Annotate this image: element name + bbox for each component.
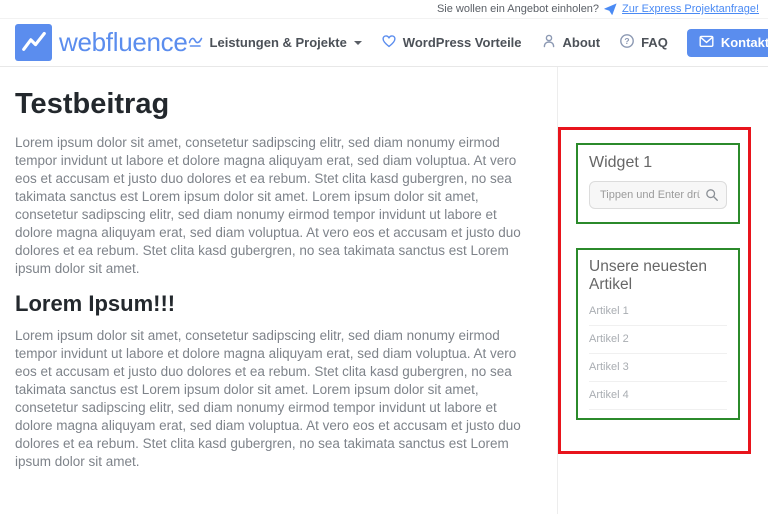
chevron-down-icon (354, 41, 362, 45)
heart-icon (381, 33, 397, 52)
magnifier-icon[interactable] (705, 188, 719, 207)
nav-item-about[interactable]: About (541, 33, 601, 52)
paper-plane-icon (604, 3, 617, 16)
cta-label: Kontakt (721, 35, 768, 50)
person-icon (541, 33, 557, 52)
widget-title: Widget 1 (589, 154, 727, 172)
nav-item-faq[interactable]: ? FAQ (619, 33, 668, 52)
brand-logo[interactable]: webfluence (15, 24, 188, 61)
announcement-bar: Sie wollen ein Angebot einholen? Zur Exp… (0, 0, 768, 19)
search-field-wrap (589, 181, 727, 209)
sidebar: Widget 1 Unsere neuesten Artikel Artikel… (557, 67, 768, 514)
list-item-artikel-2[interactable]: Artikel 2 (589, 326, 727, 354)
article-paragraph: Lorem ipsum dolor sit amet, consetetur s… (15, 327, 531, 471)
search-widget: Widget 1 (576, 143, 740, 224)
kontakt-button[interactable]: Kontakt (687, 29, 768, 57)
nav-label: WordPress Vorteile (403, 35, 522, 50)
article-paragraph: Lorem ipsum dolor sit amet, consetetur s… (15, 134, 531, 278)
list-item-artikel-4[interactable]: Artikel 4 (589, 382, 727, 410)
brand-name: webfluence (59, 27, 188, 58)
nav-label: FAQ (641, 35, 668, 50)
announcement-text: Sie wollen ein Angebot einholen? (437, 3, 599, 15)
page-body: Testbeitrag Lorem ipsum dolor sit amet, … (0, 67, 768, 514)
nav-item-wordpress-vorteile[interactable]: WordPress Vorteile (381, 33, 522, 52)
latest-articles-widget: Unsere neuesten Artikel Artikel 1 Artike… (576, 248, 740, 420)
nav-label: About (563, 35, 601, 50)
page-title: Testbeitrag (15, 88, 531, 121)
widget-title: Unsere neuesten Artikel (589, 258, 727, 294)
list-item-artikel-3[interactable]: Artikel 3 (589, 354, 727, 382)
list-item-artikel-5[interactable]: Artikel 5 (589, 410, 727, 420)
svg-text:?: ? (624, 36, 629, 46)
main-nav: Leistungen & Projekte WordPress Vorteile… (188, 29, 768, 57)
article-content: Testbeitrag Lorem ipsum dolor sit amet, … (0, 67, 557, 514)
nav-item-leistungen-projekte[interactable]: Leistungen & Projekte (188, 33, 362, 52)
express-request-link[interactable]: Zur Express Projektanfrage! (622, 3, 759, 15)
scribble-icon (188, 33, 204, 52)
nav-label: Leistungen & Projekte (210, 35, 347, 50)
list-item-artikel-1[interactable]: Artikel 1 (589, 298, 727, 326)
article-subtitle: Lorem Ipsum!!! (15, 291, 531, 317)
envelope-icon (699, 35, 714, 51)
site-header: webfluence Leistungen & Projekte WordPre… (0, 19, 768, 67)
annotation-box-red: Widget 1 Unsere neuesten Artikel Artikel… (558, 127, 751, 454)
latest-articles-list: Artikel 1 Artikel 2 Artikel 3 Artikel 4 … (589, 298, 727, 420)
line-chart-icon (15, 24, 52, 61)
question-circle-icon: ? (619, 33, 635, 52)
